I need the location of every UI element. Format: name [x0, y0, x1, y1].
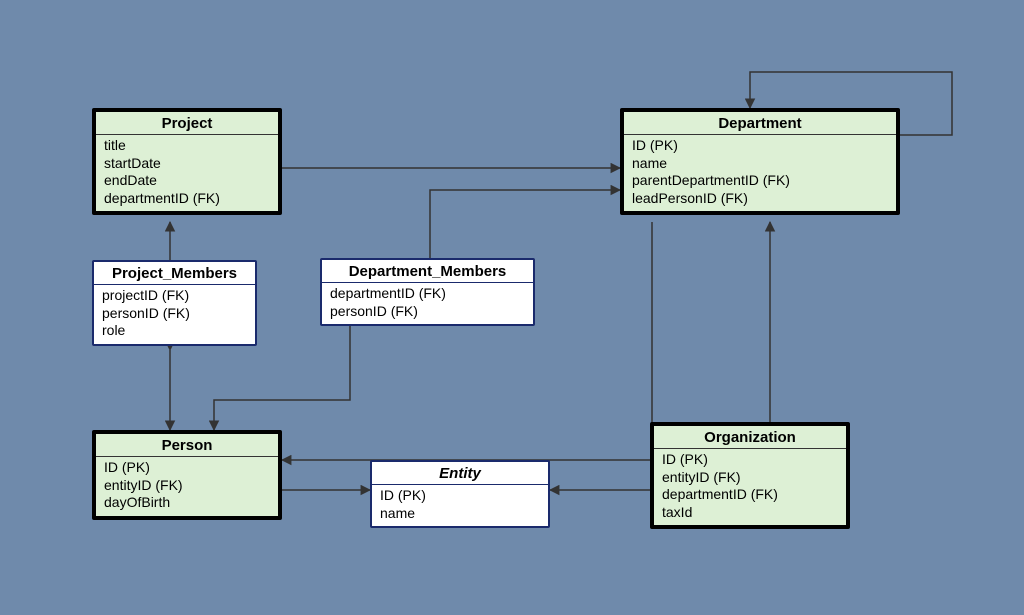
entity-body: title startDate endDate departmentID (FK… — [96, 135, 278, 211]
entity-body: projectID (FK) personID (FK) role — [94, 285, 255, 344]
attr: ID (PK) — [104, 459, 270, 477]
entity-body: ID (PK) entityID (FK) departmentID (FK) … — [654, 449, 846, 525]
attr: ID (PK) — [662, 451, 838, 469]
entity-title: Department_Members — [322, 260, 533, 283]
entity-title: Project_Members — [94, 262, 255, 285]
entity-body: ID (PK) entityID (FK) dayOfBirth — [96, 457, 278, 516]
attr: name — [632, 155, 888, 173]
entity-department: Department ID (PK) name parentDepartment… — [620, 108, 900, 215]
entity-body: ID (PK) name — [372, 485, 548, 526]
entity-body: departmentID (FK) personID (FK) — [322, 283, 533, 324]
attr: projectID (FK) — [102, 287, 247, 305]
attr: entityID (FK) — [104, 477, 270, 495]
entity-title: Person — [96, 434, 278, 457]
attr: parentDepartmentID (FK) — [632, 172, 888, 190]
attr: departmentID (FK) — [330, 285, 525, 303]
entity-title: Organization — [654, 426, 846, 449]
attr: endDate — [104, 172, 270, 190]
attr: personID (FK) — [102, 305, 247, 323]
entity-title: Entity — [372, 462, 548, 485]
entity-body: ID (PK) name parentDepartmentID (FK) lea… — [624, 135, 896, 211]
attr: leadPersonID (FK) — [632, 190, 888, 208]
attr: personID (FK) — [330, 303, 525, 321]
entity-title: Project — [96, 112, 278, 135]
attr: departmentID (FK) — [104, 190, 270, 208]
er-diagram-canvas: Project title startDate endDate departme… — [0, 0, 1024, 615]
entity-organization: Organization ID (PK) entityID (FK) depar… — [650, 422, 850, 529]
entity-person: Person ID (PK) entityID (FK) dayOfBirth — [92, 430, 282, 520]
attr: entityID (FK) — [662, 469, 838, 487]
attr: taxId — [662, 504, 838, 522]
attr: startDate — [104, 155, 270, 173]
attr: ID (PK) — [632, 137, 888, 155]
entity-department-members: Department_Members departmentID (FK) per… — [320, 258, 535, 326]
attr: departmentID (FK) — [662, 486, 838, 504]
attr: role — [102, 322, 247, 340]
entity-project: Project title startDate endDate departme… — [92, 108, 282, 215]
entity-title: Department — [624, 112, 896, 135]
entity-entity: Entity ID (PK) name — [370, 460, 550, 528]
attr: ID (PK) — [380, 487, 540, 505]
attr: dayOfBirth — [104, 494, 270, 512]
entity-project-members: Project_Members projectID (FK) personID … — [92, 260, 257, 346]
attr: name — [380, 505, 540, 523]
attr: title — [104, 137, 270, 155]
